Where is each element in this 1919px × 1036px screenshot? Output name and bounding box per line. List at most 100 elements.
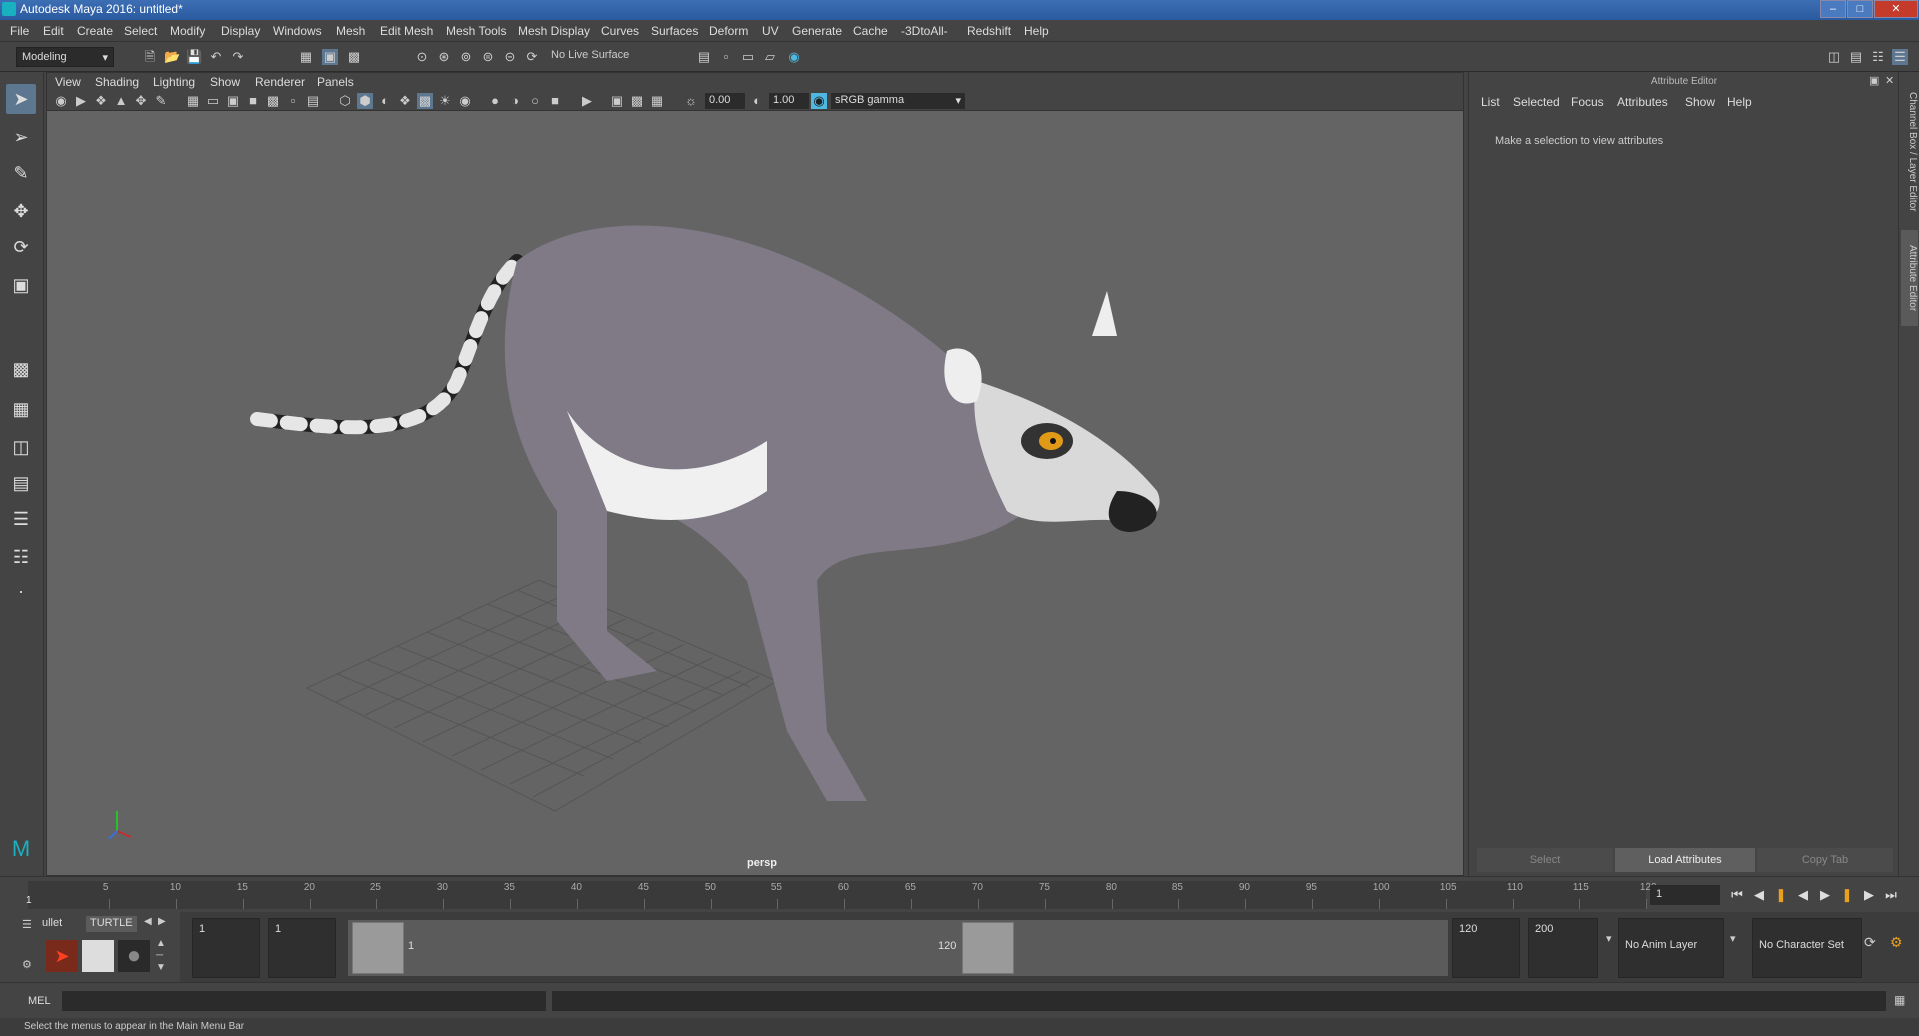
script-editor-icon[interactable]: ▦ [1894,993,1905,1007]
step-back-frame-icon[interactable]: ❚ [1772,885,1790,905]
grid-toggle-icon[interactable]: ▦ [185,93,201,109]
shelf-prev-icon[interactable]: ◀ [144,916,152,927]
use-all-lights-icon[interactable]: ▩ [417,93,433,109]
menu-generate[interactable]: Generate [792,24,842,38]
select-hierarchy-icon[interactable]: ▦ [298,49,314,65]
command-language-label[interactable]: MEL [28,995,51,1007]
viewport-menu-panels[interactable]: Panels [317,75,354,89]
menu-edit[interactable]: Edit [43,24,64,38]
graph-layout-icon[interactable]: ☰ [6,504,36,534]
step-forward-frame-icon[interactable]: ❚ [1838,885,1856,905]
menu-file[interactable]: File [10,24,29,38]
shelf-next-icon[interactable]: ▶ [158,916,166,927]
new-scene-icon[interactable]: 🗎 [142,49,158,65]
image-plane-icon[interactable]: ▲ [113,93,129,109]
menu-cache[interactable]: Cache [853,24,888,38]
range-start-handle[interactable] [352,922,404,974]
channel-box-tab[interactable]: Channel Box / Layer Editor [1901,82,1918,222]
command-input[interactable] [62,991,546,1011]
attribute-editor-toggle-icon[interactable]: ▤ [1848,49,1864,65]
color-management-icon[interactable]: ◉ [811,93,827,109]
turtle-baking-icon[interactable] [82,940,114,972]
wireframe-on-shaded-icon[interactable]: ◐ [377,93,393,109]
viewport-persp[interactable]: View Shading Lighting Show Renderer Pane… [46,72,1464,876]
float-panel-icon[interactable]: ▣ [1869,74,1879,87]
animation-start-field[interactable]: 1 [192,918,260,978]
load-attributes-button[interactable]: Load Attributes [1615,848,1755,872]
hypershade-layout-icon[interactable]: ☷ [6,542,36,572]
menu-display[interactable]: Display [221,24,260,38]
maximize-button[interactable]: □ [1847,0,1873,18]
snap-vertex-icon[interactable]: ⟳ [524,49,540,65]
step-back-key-icon[interactable]: ◀ [1750,885,1768,905]
character-set-dropdown[interactable]: No Character Set [1752,918,1862,978]
xray-icon[interactable]: ▣ [609,93,625,109]
range-slider[interactable]: 1 120 [348,920,1448,976]
select-camera-icon[interactable]: ◉ [53,93,69,109]
render-settings-icon[interactable]: ▤ [696,49,712,65]
shadows-icon[interactable]: ☀ [437,93,453,109]
gamma-field[interactable]: 1.00 [769,93,809,109]
chevron-down-icon[interactable]: ▾ [1730,932,1736,945]
resolution-gate-icon[interactable]: ▣ [225,93,241,109]
anim-layer-dropdown[interactable]: No Anim Layer [1618,918,1724,978]
gamma-icon[interactable]: ◐ [749,93,765,109]
xray-components-icon[interactable]: ▦ [649,93,665,109]
animation-preferences-icon[interactable]: ⚙ [1890,934,1903,951]
snap-view-icon[interactable]: ⊜ [480,49,496,65]
safe-title-icon[interactable]: ▤ [305,93,321,109]
lasso-tool-icon[interactable]: ➢ [6,122,36,152]
depth-of-field-icon[interactable]: ○ [527,93,543,109]
attr-menu-attributes[interactable]: Attributes [1617,95,1668,109]
ambient-occlusion-icon[interactable]: ◉ [457,93,473,109]
menu-uv[interactable]: UV [762,24,779,38]
shelf-scroll-mid-icon[interactable]: ─ [156,950,163,961]
attr-menu-help[interactable]: Help [1727,95,1752,109]
attr-menu-list[interactable]: List [1481,95,1500,109]
select-component-icon[interactable]: ▩ [346,49,362,65]
shelf-scroll-down-icon[interactable]: ▼ [156,962,166,973]
rotate-tool-icon[interactable]: ⟳ [6,232,36,262]
menu-mesh-tools[interactable]: Mesh Tools [446,24,506,38]
smooth-shade-icon[interactable]: ⬢ [357,93,373,109]
camera-attributes-icon[interactable]: ▶ [73,93,89,109]
textured-icon[interactable]: ❖ [397,93,413,109]
modeling-toolkit-icon[interactable]: ◫ [1826,49,1842,65]
turtle-render-icon[interactable]: ➤ [46,940,78,972]
two-pane-layout-icon[interactable]: ◫ [6,432,36,462]
playback-start-field[interactable]: 1 [268,918,336,978]
tool-settings-icon[interactable]: ☷ [1870,49,1886,65]
menu-mesh-display[interactable]: Mesh Display [518,24,590,38]
paint-select-tool-icon[interactable]: ✎ [6,158,36,188]
menu-redshift[interactable]: Redshift [967,24,1011,38]
view-transform-dropdown[interactable]: sRGB gamma ▾ [831,93,965,109]
field-chart-icon[interactable]: ▩ [265,93,281,109]
undo-icon[interactable]: ↶ [208,49,224,65]
attribute-editor-tab[interactable]: Attribute Editor [1901,230,1918,326]
menu-windows[interactable]: Windows [273,24,322,38]
menu-set-dropdown[interactable]: Modeling ▾ [16,47,114,67]
shelf-scroll-up-icon[interactable]: ▲ [156,938,166,949]
chevron-down-icon[interactable]: ▾ [1606,932,1612,945]
menu-deform[interactable]: Deform [709,24,748,38]
shelf-settings-icon[interactable]: ⚙ [22,958,32,971]
menu-create[interactable]: Create [77,24,113,38]
select-tool-icon[interactable]: ➤ [6,84,36,114]
menu-edit-mesh[interactable]: Edit Mesh [380,24,433,38]
menu-select[interactable]: Select [124,24,157,38]
hud-icon[interactable]: ■ [547,93,563,109]
attr-menu-selected[interactable]: Selected [1513,95,1560,109]
copy-tab-button[interactable]: Copy Tab [1757,848,1893,872]
exposure-icon[interactable]: ☼ [683,93,699,109]
animation-end-field[interactable]: 200 [1528,918,1598,978]
safe-action-icon[interactable]: ▫ [285,93,301,109]
menu-help[interactable]: Help [1024,24,1049,38]
snap-point-icon[interactable]: ⊚ [458,49,474,65]
single-pane-layout-icon[interactable]: ▩ [6,354,36,384]
play-backward-icon[interactable]: ◀ [1794,885,1812,905]
go-to-end-icon[interactable]: ⏭ [1882,885,1900,905]
turtle-sphere-icon[interactable]: ● [118,940,150,972]
range-end-handle[interactable] [962,922,1014,974]
render-view-icon[interactable]: ▱ [762,49,778,65]
isolate-select-icon[interactable]: ▶ [579,93,595,109]
